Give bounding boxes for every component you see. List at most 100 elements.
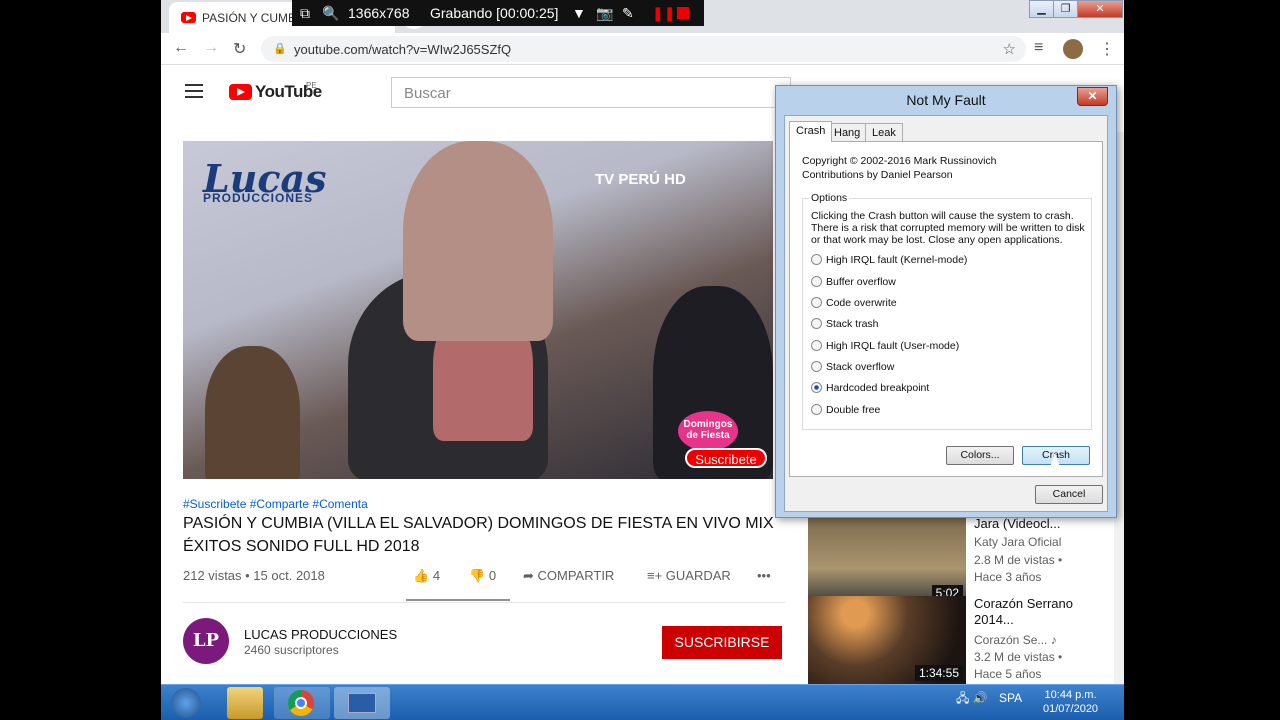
recommended-views: 2.8 M de vistas •: [974, 553, 1063, 567]
radio-stack-overflow[interactable]: Stack overflow: [811, 361, 894, 373]
dialog-title: Not My Fault: [906, 92, 986, 108]
minimize-button[interactable]: ▁: [1029, 0, 1054, 18]
bookmark-star-icon[interactable]: ☆: [1003, 40, 1016, 58]
channel-avatar[interactable]: LP: [183, 618, 229, 664]
recommended-views: 3.2 M de vistas •: [974, 650, 1063, 664]
window-select-icon[interactable]: ⧉: [300, 5, 310, 22]
clock-time: 10:44 p.m.: [1044, 689, 1097, 701]
dialog-close-button[interactable]: ✕: [1077, 87, 1108, 106]
recommended-channel[interactable]: Corazón Se... ♪: [974, 633, 1057, 647]
back-icon[interactable]: ←: [173, 39, 189, 57]
radio-high-irql-user[interactable]: High IRQL fault (User-mode): [811, 340, 959, 352]
channel-name[interactable]: LUCAS PRODUCCIONES: [244, 627, 397, 642]
dropdown-icon[interactable]: ▼: [572, 5, 586, 21]
recommended-video[interactable]: 5:02 Jara (Videocl... Katy Jara Oficial …: [808, 516, 1124, 606]
video-player[interactable]: Lucas PRODUCCIONES TV PERÚ HD Domingos d…: [183, 141, 773, 479]
windows-taskbar: 🖧 🔊 SPA 10:44 p.m. 01/07/2020: [161, 684, 1124, 720]
chrome-taskbar-button[interactable]: [274, 687, 330, 719]
radio-circle-icon: [811, 361, 822, 372]
hamburger-menu-icon[interactable]: [185, 84, 203, 98]
chrome-center-icon: [295, 697, 307, 709]
video-figure: [403, 141, 553, 341]
clock-date: 01/07/2020: [1043, 703, 1099, 715]
video-figure: [205, 346, 300, 479]
radio-high-irql-kernel[interactable]: High IRQL fault (Kernel-mode): [811, 254, 967, 266]
tab-hang[interactable]: Hang: [827, 123, 868, 142]
notmyfault-taskbar-button[interactable]: [334, 687, 390, 719]
video-stats: 212 vistas • 15 oct. 2018: [183, 568, 325, 583]
video-thumbnail[interactable]: 1:34:55: [808, 596, 966, 684]
window-controls: ▁ ❐ ✕: [1029, 0, 1124, 18]
contributions-text: Contributions by Daniel Pearson: [802, 169, 953, 181]
video-thumbnail[interactable]: 5:02: [808, 516, 966, 604]
stop-icon[interactable]: [677, 7, 689, 19]
radio-label: High IRQL fault (User-mode): [826, 340, 960, 352]
explorer-icon[interactable]: [227, 687, 263, 719]
url-text: youtube.com/watch?v=WIw2J65SZfQ: [294, 42, 512, 57]
video-watermark-sub: PRODUCCIONES: [203, 191, 314, 205]
camera-icon[interactable]: 📷: [596, 5, 613, 22]
share-button[interactable]: ➦ COMPARTIR: [523, 568, 614, 584]
recommended-title[interactable]: Jara (Videocl...: [974, 516, 1104, 532]
taskbar-clock[interactable]: 10:44 p.m. 01/07/2020: [1043, 688, 1098, 716]
subscribe-button[interactable]: SUSCRIBIRSE: [662, 626, 782, 659]
subscribe-overlay-badge: Suscribete: [685, 448, 767, 468]
screen-recorder-bar: ⧉ 🔍 1366x768 Grabando [00:00:25] ▼ 📷 ✎ ❚…: [292, 0, 704, 26]
colors-button[interactable]: Colors...: [946, 446, 1014, 465]
channel-subscribers: 2460 suscriptores: [244, 643, 339, 657]
recommended-title[interactable]: Corazón Serrano 2014...: [974, 596, 1104, 628]
pause-icon[interactable]: ❚❚: [652, 5, 675, 22]
dislike-count: 0: [488, 568, 497, 583]
recommended-age: Hace 3 años: [974, 570, 1042, 584]
radio-label: High IRQL fault (Kernel-mode): [826, 254, 968, 266]
radio-label: Code overwrite: [826, 297, 897, 309]
tab-leak[interactable]: Leak: [865, 123, 903, 142]
maximize-button[interactable]: ❐: [1053, 0, 1078, 18]
radio-buffer-overflow[interactable]: Buffer overflow: [811, 276, 896, 288]
share-icon: ➦: [523, 568, 538, 583]
share-label: COMPARTIR: [537, 568, 615, 583]
network-icon[interactable]: 🖧: [956, 691, 969, 705]
radio-circle-icon: [811, 404, 822, 415]
radio-circle-icon: [811, 318, 822, 329]
radio-stack-trash[interactable]: Stack trash: [811, 318, 879, 330]
recommended-video[interactable]: 1:34:55 Corazón Serrano 2014... Corazón …: [808, 596, 1124, 684]
browser-menu-icon[interactable]: ⋮: [1099, 39, 1115, 59]
video-hashtags[interactable]: #Suscribete #Comparte #Comenta: [183, 497, 368, 511]
like-button[interactable]: 👍 4: [413, 568, 440, 584]
pencil-icon[interactable]: ✎: [622, 5, 634, 22]
search-input[interactable]: Buscar: [391, 77, 791, 108]
radio-label: Stack trash: [826, 318, 879, 330]
close-window-button[interactable]: ✕: [1077, 0, 1123, 18]
show-logo: Domingos de Fiesta: [678, 411, 738, 451]
cancel-button[interactable]: Cancel: [1035, 485, 1103, 504]
thumbs-up-icon: 👍: [413, 568, 433, 583]
radio-double-free[interactable]: Double free: [811, 404, 880, 416]
save-button[interactable]: ≡+ GUARDAR: [647, 568, 731, 583]
mouse-cursor-icon: [1050, 453, 1060, 467]
youtube-logo-icon[interactable]: [229, 84, 252, 100]
zoom-icon[interactable]: 🔍: [322, 5, 339, 22]
recorder-status: Grabando [00:00:25]: [430, 5, 559, 21]
forward-icon[interactable]: →: [203, 39, 219, 57]
profile-avatar[interactable]: [1063, 39, 1083, 59]
recommended-channel[interactable]: Katy Jara Oficial: [974, 535, 1061, 549]
media-control-icon[interactable]: ≡: [1034, 39, 1043, 57]
tab-crash[interactable]: Crash: [789, 121, 833, 142]
volume-icon[interactable]: 🔊: [973, 691, 988, 705]
radio-circle-icon: [811, 254, 822, 265]
omnibox[interactable]: 🔒 youtube.com/watch?v=WIw2J65SZfQ ☆: [261, 36, 1026, 62]
options-description: Clicking the Crash button will cause the…: [811, 210, 1085, 246]
radio-circle-icon: [811, 340, 822, 351]
dislike-button[interactable]: 👎 0: [469, 568, 496, 584]
like-count: 4: [432, 568, 441, 583]
language-indicator[interactable]: SPA: [999, 691, 1022, 705]
start-button[interactable]: [171, 688, 201, 718]
radio-label: Hardcoded breakpoint: [826, 382, 930, 394]
more-actions-icon[interactable]: •••: [757, 568, 771, 583]
radio-hardcoded-breakpoint[interactable]: Hardcoded breakpoint: [811, 382, 929, 394]
copyright-text: Copyright © 2002-2016 Mark Russinovich: [802, 155, 997, 167]
video-title: PASIÓN Y CUMBIA (VILLA EL SALVADOR) DOMI…: [183, 515, 774, 555]
reload-icon[interactable]: ↻: [233, 39, 246, 59]
radio-code-overwrite[interactable]: Code overwrite: [811, 297, 897, 309]
